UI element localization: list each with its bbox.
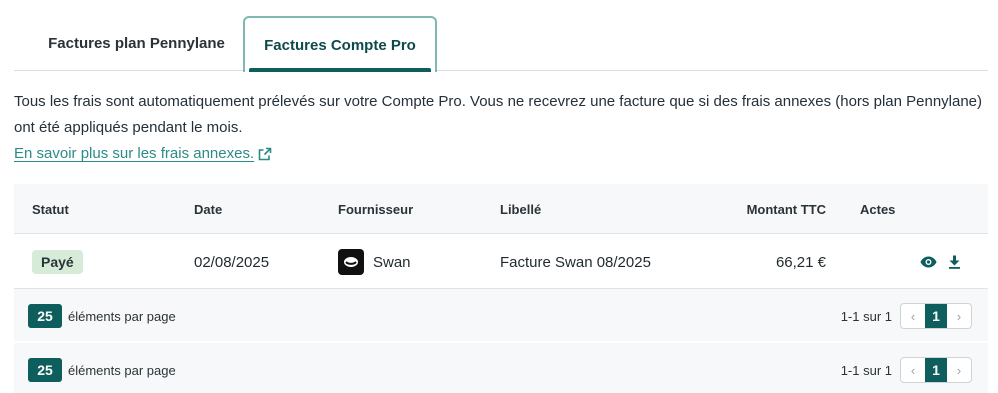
pagination-bar: 25 éléments par page 1-1 sur 1 ‹ 1 ›: [14, 343, 988, 393]
chevron-right-icon[interactable]: ›: [947, 358, 971, 382]
invoice-label: Facture Swan 08/2025: [500, 253, 651, 271]
tab-bar: Factures plan Pennylane Factures Compte …: [14, 16, 988, 72]
external-link-icon: [258, 147, 272, 161]
chevron-left-icon[interactable]: ‹: [901, 304, 925, 328]
supplier-name: Swan: [373, 253, 411, 271]
column-header-fournisseur[interactable]: Fournisseur: [338, 184, 413, 234]
learn-more-link[interactable]: En savoir plus sur les frais annexes.: [14, 142, 272, 166]
invoice-amount: 66,21 €: [775, 253, 826, 271]
page-range: 1-1 sur 1: [840, 308, 892, 324]
chevron-right-icon[interactable]: ›: [947, 304, 971, 328]
chevron-left-icon[interactable]: ‹: [901, 358, 925, 382]
column-header-statut[interactable]: Statut: [32, 184, 69, 234]
download-icon[interactable]: [944, 252, 964, 272]
learn-more-label: En savoir plus sur les frais annexes.: [14, 145, 255, 162]
status-badge: Payé: [32, 250, 83, 274]
intro-text: Tous les frais sont automatiquement prél…: [14, 93, 983, 136]
current-page-button[interactable]: 1: [925, 304, 947, 328]
column-header-date[interactable]: Date: [194, 184, 222, 234]
per-page-label: éléments par page: [68, 308, 176, 324]
supplier-cell: Swan: [338, 235, 411, 289]
column-header-libelle[interactable]: Libellé: [500, 184, 541, 234]
column-header-montant-ttc[interactable]: Montant TTC: [726, 184, 826, 234]
pagination-bar: 25 éléments par page 1-1 sur 1 ‹ 1 ›: [14, 289, 988, 341]
per-page-label: éléments par page: [68, 362, 176, 378]
table-header: Statut Date Fournisseur Libellé Montant …: [14, 184, 988, 234]
row-actions: [918, 235, 964, 289]
per-page-select[interactable]: 25: [28, 304, 62, 328]
table-row[interactable]: Payé 02/08/2025 Swan Facture Swan 08/202…: [14, 235, 988, 289]
page-navigation: ‹ 1 ›: [900, 303, 972, 329]
tab-factures-compte-pro[interactable]: Factures Compte Pro: [243, 16, 437, 72]
swan-logo: [338, 249, 364, 275]
column-header-actes: Actes: [860, 201, 896, 217]
tab-label: Factures Compte Pro: [264, 36, 416, 54]
current-page-button[interactable]: 1: [925, 358, 947, 382]
active-tab-indicator: [249, 68, 431, 72]
page-navigation: ‹ 1 ›: [900, 357, 972, 383]
invoice-date: 02/08/2025: [194, 253, 270, 271]
eye-icon[interactable]: [918, 252, 938, 272]
tab-factures-plan-pennylane[interactable]: Factures plan Pennylane: [34, 16, 239, 71]
per-page-select[interactable]: 25: [28, 358, 62, 382]
page-range: 1-1 sur 1: [840, 362, 892, 378]
